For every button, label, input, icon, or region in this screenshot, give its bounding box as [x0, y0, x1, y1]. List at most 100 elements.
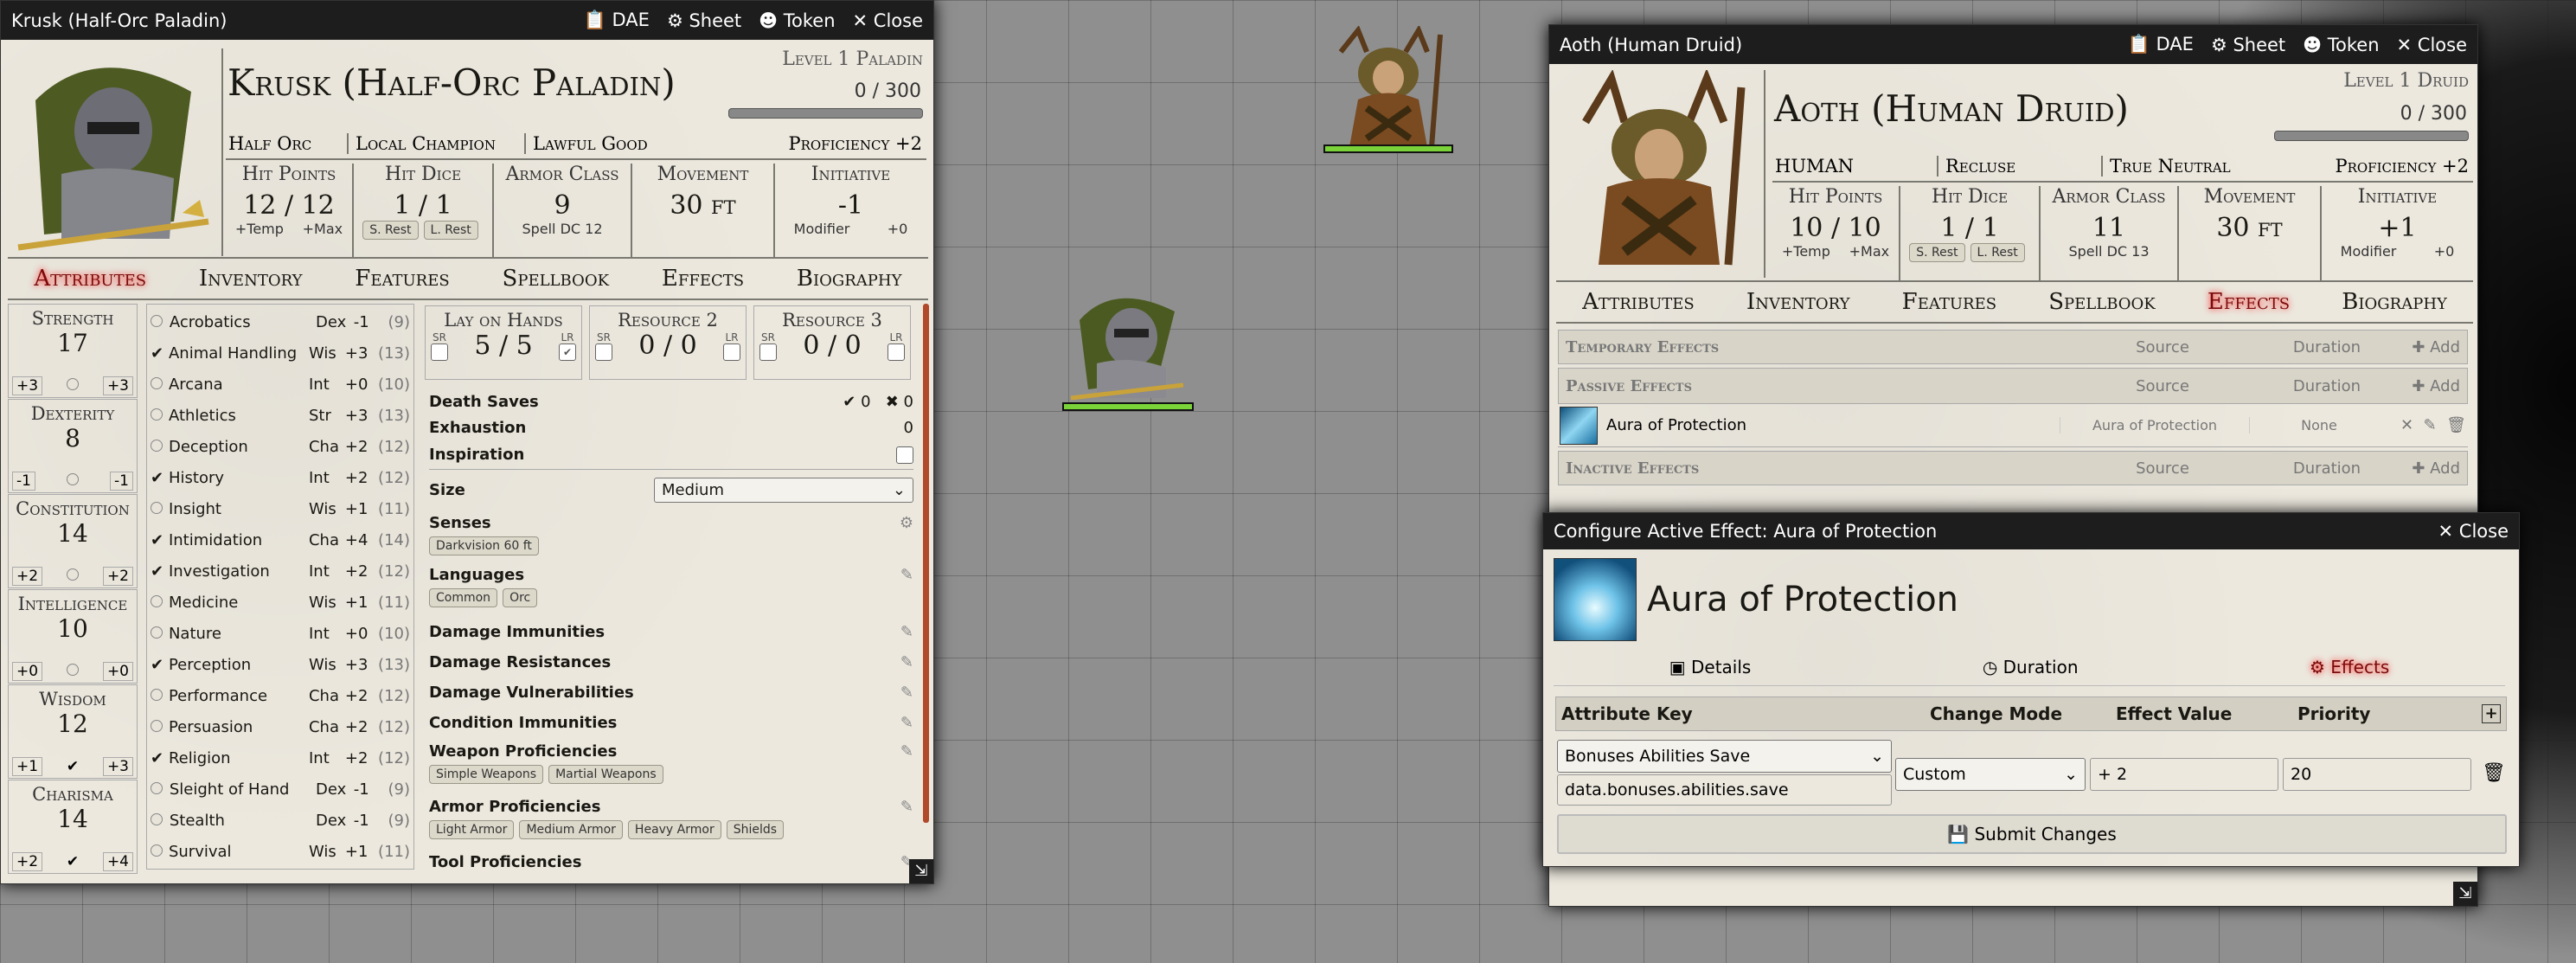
edit-icon[interactable]: ✎	[900, 742, 913, 761]
skill-name[interactable]: Sleight of Hand	[170, 780, 316, 799]
paladin-token[interactable]	[1062, 286, 1194, 415]
effect-row[interactable]: Aura of Protection Aura of Protection No…	[1558, 404, 2468, 447]
long-rest-button[interactable]: L. Rest	[1970, 243, 2025, 262]
effect-name-field[interactable]: Aura of Protection	[1647, 580, 1958, 620]
tab-biography[interactable]: Biography	[797, 266, 902, 292]
skill-row[interactable]: Acrobatics Dex -1 (9)	[151, 306, 410, 337]
skill-row[interactable]: ✔ Intimidation Cha +4 (14)	[151, 524, 410, 555]
short-rest-button[interactable]: S. Rest	[362, 221, 419, 240]
skill-proficiency-toggle[interactable]	[151, 594, 169, 612]
skill-row[interactable]: ✔ History Int +2 (12)	[151, 462, 410, 493]
tab-inventory[interactable]: Inventory	[199, 266, 303, 292]
movement-value[interactable]: 30 ft	[2179, 213, 2320, 243]
ability-name[interactable]: Dexterity	[9, 400, 137, 424]
skill-row[interactable]: Athletics Str +3 (13)	[151, 400, 410, 431]
ability-mod[interactable]: +3	[12, 376, 43, 395]
aura-effect-icon[interactable]	[1554, 558, 1637, 641]
resource-value[interactable]: 5	[474, 331, 490, 361]
skill-name[interactable]: Deception	[169, 438, 309, 456]
character-name[interactable]: Krusk (Half-Orc Paladin)	[227, 61, 676, 104]
ability-mod[interactable]: +0	[12, 662, 43, 681]
skill-name[interactable]: Animal Handling	[169, 344, 309, 363]
character-name[interactable]: Aoth (Human Druid)	[1774, 87, 2129, 130]
skill-name[interactable]: Arcana	[169, 376, 309, 394]
exhaustion-value[interactable]: 0	[904, 419, 913, 437]
ability-mod[interactable]: +2	[12, 567, 43, 586]
skill-proficiency-toggle[interactable]: ✔	[151, 562, 169, 581]
alignment-field[interactable]: Lawful Good	[524, 133, 697, 154]
race-field[interactable]: HUMAN	[1772, 156, 1937, 177]
skill-proficiency-toggle[interactable]	[151, 625, 169, 643]
ability-name[interactable]: Wisdom	[9, 685, 137, 709]
background-field[interactable]: Local Champion	[347, 133, 524, 154]
skill-name[interactable]: Acrobatics	[170, 313, 316, 331]
delete-change-icon[interactable]: 🗑	[2482, 762, 2506, 784]
skill-name[interactable]: Religion	[169, 749, 309, 767]
resize-handle-icon[interactable]: ⇲	[909, 859, 933, 883]
priority-input[interactable]: 20	[2283, 758, 2471, 791]
delete-effect-icon[interactable]: 🗑	[2446, 416, 2466, 434]
tab-inventory[interactable]: Inventory	[1746, 289, 1850, 315]
skill-row[interactable]: Stealth Dex -1 (9)	[151, 805, 410, 836]
size-select[interactable]: Medium ⌄	[654, 477, 913, 503]
skill-row[interactable]: Persuasion Cha +2 (12)	[151, 711, 410, 742]
toggle-effect-icon[interactable]: ✕	[2400, 416, 2413, 434]
tab-duration[interactable]: ◷ Duration	[1983, 657, 2079, 677]
movement-value[interactable]: 30 ft	[632, 190, 773, 221]
gear-icon[interactable]: ⚙	[900, 514, 913, 532]
skill-name[interactable]: Nature	[169, 625, 309, 643]
close-button[interactable]: ✕ Close	[853, 10, 924, 31]
skill-name[interactable]: Perception	[169, 656, 309, 674]
skill-row[interactable]: Medicine Wis +1 (11)	[151, 587, 410, 618]
hp-temp[interactable]: +Temp	[1782, 243, 1830, 260]
initiative-box[interactable]: Initiative -1 Modifier +0	[775, 164, 926, 259]
skill-proficiency-toggle[interactable]	[151, 500, 169, 518]
skill-row[interactable]: Survival Wis +1 (11)	[151, 836, 410, 867]
submit-changes-button[interactable]: 💾 Submit Changes	[1557, 814, 2507, 854]
alignment-field[interactable]: True Neutral	[2101, 156, 2274, 177]
long-rest-button[interactable]: L. Rest	[423, 221, 478, 240]
edit-effect-icon[interactable]: ✎	[2424, 416, 2437, 434]
skill-name[interactable]: History	[169, 469, 309, 487]
token-config-button[interactable]: ☻ Token	[2303, 35, 2379, 55]
save-proficiency-toggle[interactable]: ✔	[67, 758, 79, 775]
ability-score[interactable]: 12	[9, 709, 137, 738]
edit-icon[interactable]: ✎	[900, 653, 913, 671]
edit-icon[interactable]: ✎	[900, 798, 913, 816]
skill-proficiency-toggle[interactable]	[151, 376, 169, 394]
save-proficiency-toggle[interactable]	[67, 568, 79, 585]
resources-scrollbar[interactable]	[923, 304, 929, 823]
initiative-bonus[interactable]: +0	[2434, 243, 2455, 260]
tab-details[interactable]: ▣ Details	[1669, 657, 1752, 677]
skill-row[interactable]: Nature Int +0 (10)	[151, 618, 410, 649]
skill-row[interactable]: Sleight of Hand Dex -1 (9)	[151, 774, 410, 805]
skill-row[interactable]: ✔ Religion Int +2 (12)	[151, 742, 410, 774]
add-temporary-effect-button[interactable]: ✚ Add	[2396, 338, 2460, 356]
skill-name[interactable]: Insight	[169, 500, 309, 518]
resource-name[interactable]: Resource 2	[590, 306, 746, 331]
tab-effects[interactable]: ⚙ Effects	[2310, 657, 2389, 677]
hp-value[interactable]: 12	[243, 190, 276, 221]
ability-mod[interactable]: +2	[12, 852, 43, 871]
skill-row[interactable]: Arcana Int +0 (10)	[151, 369, 410, 400]
initiative-box[interactable]: Initiative +1 Modifier +0	[2322, 186, 2473, 281]
tab-attributes[interactable]: Attributes	[1582, 289, 1695, 315]
attribute-key-input[interactable]: data.bonuses.abilities.save	[1557, 774, 1892, 806]
skill-proficiency-toggle[interactable]: ✔	[151, 656, 169, 674]
skill-proficiency-toggle[interactable]	[151, 438, 169, 456]
hp-tempmax[interactable]: +Max	[303, 221, 343, 237]
resize-handle-icon[interactable]: ⇲	[2453, 882, 2477, 906]
ability-name[interactable]: Strength	[9, 305, 137, 329]
ability-name[interactable]: Constitution	[9, 495, 137, 519]
ability-score[interactable]: 10	[9, 614, 137, 643]
skill-name[interactable]: Athletics	[169, 407, 309, 425]
skill-proficiency-toggle[interactable]	[151, 313, 170, 331]
initiative-bonus[interactable]: +0	[888, 221, 908, 237]
skill-proficiency-toggle[interactable]	[151, 780, 170, 799]
ability-name[interactable]: Charisma	[9, 780, 137, 805]
save-proficiency-toggle[interactable]	[67, 377, 79, 395]
ability-mod[interactable]: -1	[12, 472, 35, 491]
ability-save[interactable]: +3	[102, 376, 133, 395]
resource-lr-checkbox[interactable]: ✔	[559, 343, 576, 361]
skill-proficiency-toggle[interactable]	[151, 687, 169, 705]
